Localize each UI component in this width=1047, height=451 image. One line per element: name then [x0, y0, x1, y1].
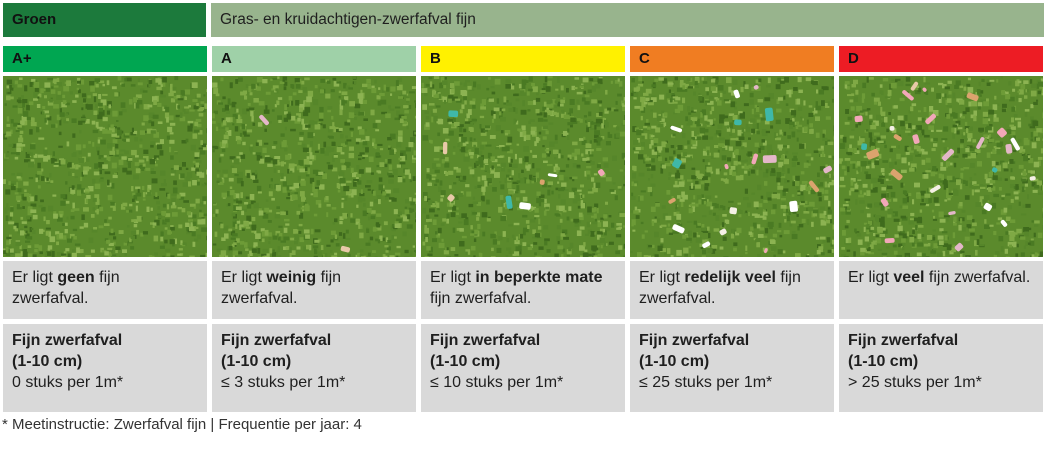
grade-column-aplus: A+ Er ligt geen fijn zwerfafval. Fijn zw… — [3, 46, 207, 412]
grade-column-c: C Er ligt redelijk veel fijn zwerfafval.… — [630, 46, 834, 412]
page-title: Gras- en kruidachtigen-zwerfafval fijn — [211, 3, 1044, 37]
litter-piece — [442, 141, 448, 155]
norm-value: ≤ 25 stuks per 1m* — [639, 374, 773, 391]
litter-piece — [861, 143, 868, 151]
grass-image — [630, 76, 834, 257]
grade-norm: Fijn zwerfafval (1-10 cm) 0 stuks per 1m* — [3, 324, 207, 412]
grade-norm: Fijn zwerfafval (1-10 cm) > 25 stuks per 1… — [839, 324, 1043, 412]
grade-description: Er ligt geen fijn zwerfafval. — [3, 261, 207, 319]
grade-norm: Fijn zwerfafval (1-10 cm) ≤ 3 stuks per 1m… — [212, 324, 416, 412]
grass-image — [839, 76, 1043, 257]
norm-value: > 25 stuks per 1m* — [848, 374, 982, 391]
litter-piece — [789, 200, 798, 213]
litter-piece — [854, 115, 863, 123]
norm-value: 0 stuks per 1m* — [12, 374, 124, 391]
grade-description: Er ligt veel fijn zwerfafval. — [839, 261, 1043, 319]
grass-photo — [839, 76, 1043, 257]
category-label: Groen — [3, 3, 206, 37]
grade-norm: Fijn zwerfafval (1-10 cm) ≤ 10 stuks per 1… — [421, 324, 625, 412]
grass-image — [212, 76, 416, 257]
grade-label: A — [212, 46, 416, 72]
grass-photo — [3, 76, 207, 257]
litter-piece — [762, 155, 777, 164]
grade-description: Er ligt weinig fijn zwerfafval. — [212, 261, 416, 319]
litter-piece — [884, 237, 895, 244]
grade-description: Er ligt redelijk veel fijn zwerfafval. — [630, 261, 834, 319]
grade-norm: Fijn zwerfafval (1-10 cm) ≤ 25 stuks per 1… — [630, 324, 834, 412]
grass-photo — [630, 76, 834, 257]
litter-piece — [448, 110, 459, 118]
grade-column-a: A Er ligt weinig fijn zwerfafval. Fijn z… — [212, 46, 416, 412]
grass-image — [3, 76, 207, 257]
norm-value: ≤ 10 stuks per 1m* — [430, 374, 564, 391]
grade-label: B — [421, 46, 625, 72]
litter-piece — [734, 119, 742, 126]
litter-piece — [889, 125, 895, 131]
grass-photo — [212, 76, 416, 257]
litter-piece — [519, 202, 531, 210]
litter-piece — [729, 207, 738, 215]
grade-column-b: B Er ligt in beperkte mate fijn zwerfafv… — [421, 46, 625, 412]
grade-label: D — [839, 46, 1043, 72]
grade-label: A+ — [3, 46, 207, 72]
grass-photo — [421, 76, 625, 257]
grade-label: C — [630, 46, 834, 72]
norm-value: ≤ 3 stuks per 1m* — [221, 374, 346, 391]
grade-column-d: D Er ligt veel fijn zwerfafval. Fijn zwe… — [839, 46, 1043, 412]
litter-piece — [764, 107, 774, 122]
footnote: * Meetinstructie: Zwerfafval fijn | Freq… — [2, 416, 362, 433]
grade-description: Er ligt in beperkte mate fijn zwerfafval… — [421, 261, 625, 319]
grass-image — [421, 76, 625, 257]
